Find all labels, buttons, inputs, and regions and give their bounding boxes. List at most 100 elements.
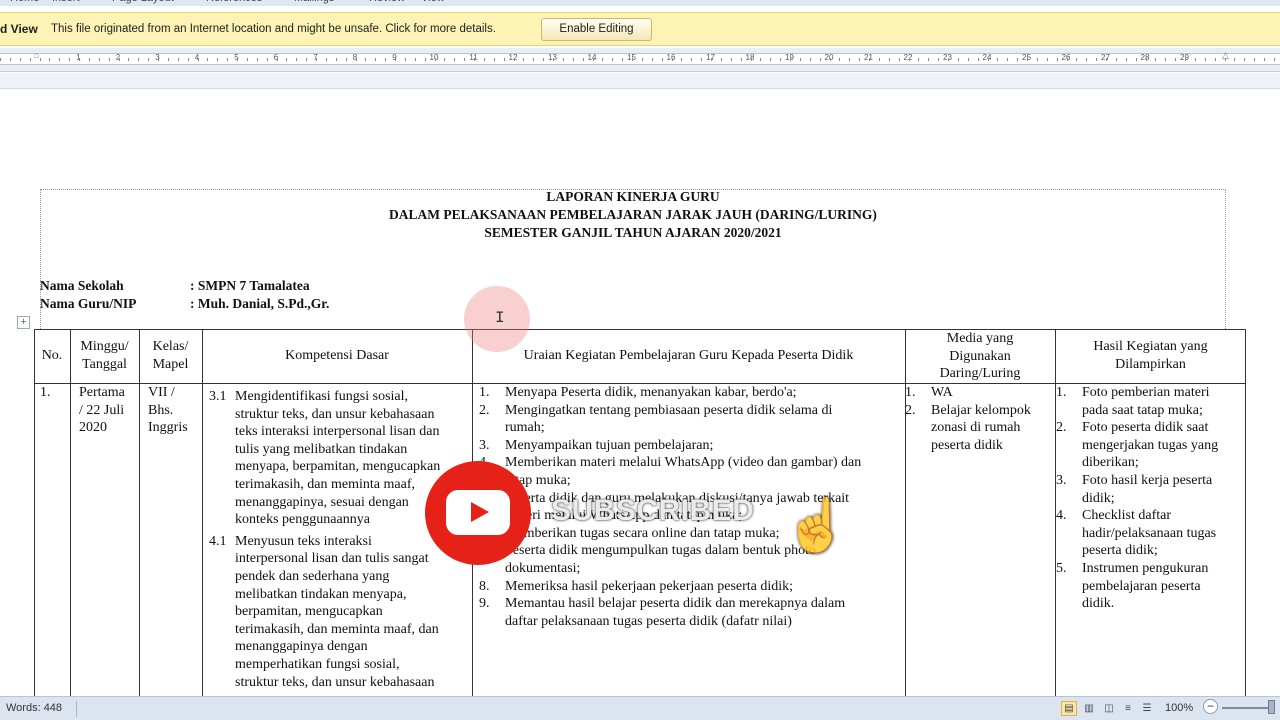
horizontal-ruler[interactable]: 1123456789101112131415161718192021222324… <box>0 48 1280 72</box>
ruler-tick <box>543 58 545 61</box>
list-item: 3. Menyampaikan tujuan pembelajaran; <box>479 437 903 455</box>
list-line: didik. <box>1082 596 1115 612</box>
ruler-tick <box>177 58 179 61</box>
ruler-tick <box>29 58 31 61</box>
ruler-tick <box>622 58 624 61</box>
protected-view-message[interactable]: This file originated from an Internet lo… <box>51 23 496 35</box>
ruler-tick <box>928 58 930 61</box>
header-week-line: Minggu/ <box>80 339 129 354</box>
list-line: Memantau hasil belajar peserta didik dan… <box>505 596 846 612</box>
ribbon-tab[interactable]: Insert <box>52 0 80 4</box>
list-item: 5. Instrumen pengukuran pembelajaran peser… <box>1056 560 1244 613</box>
header-media: Media yang Digunakan Daring/Luring <box>905 330 1055 383</box>
list-line: pendek dan sederhana yang <box>235 568 390 584</box>
teacher-label: Nama Guru/NIP <box>40 296 137 311</box>
ribbon-tab[interactable]: Page Layout <box>112 0 174 4</box>
table-move-handle-icon[interactable]: + <box>17 316 30 329</box>
ruler-tick <box>1027 58 1028 61</box>
ruler-tick <box>1273 58 1275 61</box>
ruler-tick <box>1204 58 1206 61</box>
ruler-tick <box>434 58 436 61</box>
ruler-tick <box>306 58 308 61</box>
ruler-tick <box>316 58 317 61</box>
list-number: 1. <box>479 385 490 400</box>
print-layout-view-icon[interactable]: ▤ <box>1061 701 1077 716</box>
ruler-tick <box>1096 58 1098 61</box>
outline-view-icon[interactable]: ≡ <box>1120 701 1136 716</box>
ruler-tick <box>187 58 189 61</box>
zoom-slider[interactable] <box>1222 707 1270 709</box>
ribbon-tab[interactable]: Home <box>10 0 39 4</box>
header-week-line: Tanggal <box>82 356 127 372</box>
ribbon-tab[interactable]: Review <box>369 0 405 4</box>
full-screen-reading-view-icon[interactable]: ▥ <box>1081 701 1097 716</box>
ruler-tick <box>98 58 100 61</box>
header-activity: Uraian Kegiatan Pembelajaran Guru Kepada… <box>523 348 854 363</box>
protected-view-title: d View <box>0 22 38 36</box>
row-class-line: VII / <box>148 385 175 400</box>
list-line: Belajar kelompok <box>931 402 1031 418</box>
ruler-tick <box>938 58 940 61</box>
ruler-tick <box>1115 58 1117 61</box>
ruler-tick <box>1264 58 1265 61</box>
list-line: didik; <box>1082 490 1115 506</box>
list-item: 2. Mengingatkan tentang pembiasaan pesert… <box>479 402 903 437</box>
ruler-tick <box>711 58 712 61</box>
zoom-level[interactable]: 100% <box>1165 702 1193 714</box>
ruler-tick <box>1185 58 1186 61</box>
list-line: mengerjakan tugas yang <box>1082 437 1219 453</box>
right-indent-marker[interactable]: △ <box>1222 50 1229 61</box>
list-item: 2. Foto peserta didik saat mengerjakan tug… <box>1056 419 1244 472</box>
list-line: hadir/pelaksanaan tugas <box>1082 525 1217 541</box>
list-line: pada saat tatap muka; <box>1082 402 1203 418</box>
ruler-tick <box>237 58 238 61</box>
ruler-tick <box>138 58 140 61</box>
school-label: Nama Sekolah <box>40 278 124 293</box>
left-indent-marker[interactable]: ⌂ <box>34 50 39 60</box>
ribbon-tab[interactable]: View <box>421 0 445 4</box>
ruler-tick <box>582 58 584 61</box>
list-number: 1. <box>905 385 916 400</box>
list-item: 1. Foto pemberian materi pada saat tatap m… <box>1056 384 1244 419</box>
ruler-tick <box>790 58 791 61</box>
ruler-tick <box>503 58 505 61</box>
ruler-strip: 1123456789101112131415161718192021222324… <box>0 53 1280 65</box>
ruler-tick <box>1017 58 1019 61</box>
ruler-tick <box>0 58 1 61</box>
ruler-tick <box>602 58 604 61</box>
pointing-hand-icon: ☝ <box>784 497 849 555</box>
status-separator <box>76 701 77 717</box>
draft-view-icon[interactable]: ☰ <box>1139 701 1155 716</box>
ruler-tick <box>730 58 732 61</box>
header-kd: Kompetensi Dasar <box>285 348 389 363</box>
zoom-slider-thumb[interactable] <box>1268 700 1275 714</box>
row-class: VII / Bhs. Inggris <box>148 384 188 437</box>
ruler-tick <box>375 58 377 61</box>
header-media-line: Media yang <box>946 331 1014 346</box>
ruler-tick <box>957 58 959 61</box>
ruler-tick <box>474 58 475 61</box>
list-number: 3. <box>1056 472 1067 488</box>
ruler-tick <box>770 58 772 61</box>
ribbon-tab[interactable]: References <box>206 0 262 4</box>
ruler-tick <box>217 58 219 61</box>
ruler-tick <box>69 58 71 61</box>
zoom-out-button[interactable]: − <box>1203 699 1218 714</box>
ruler-tick <box>760 58 762 61</box>
header-media-line: Digunakan <box>949 348 1011 364</box>
list-number: 9. <box>479 596 490 612</box>
row-class-line: Bhs. <box>148 402 174 418</box>
list-line: melibatkan tindakan menyapa, <box>235 586 407 602</box>
ruler-tick <box>128 58 130 61</box>
word-count[interactable]: Words: 448 <box>6 702 62 714</box>
ruler-tick <box>246 58 248 61</box>
ribbon-tab[interactable]: Mailings <box>294 0 334 4</box>
ruler-tick <box>750 58 752 61</box>
ruler-tick <box>513 58 515 61</box>
list-line: memperhatikan fungsi sosial, <box>235 656 400 672</box>
ruler-tick <box>1056 58 1058 61</box>
ruler-tick <box>345 58 347 61</box>
web-layout-view-icon[interactable]: ◫ <box>1101 701 1117 716</box>
ruler-tick <box>878 58 880 61</box>
enable-editing-button[interactable]: Enable Editing <box>541 18 652 41</box>
